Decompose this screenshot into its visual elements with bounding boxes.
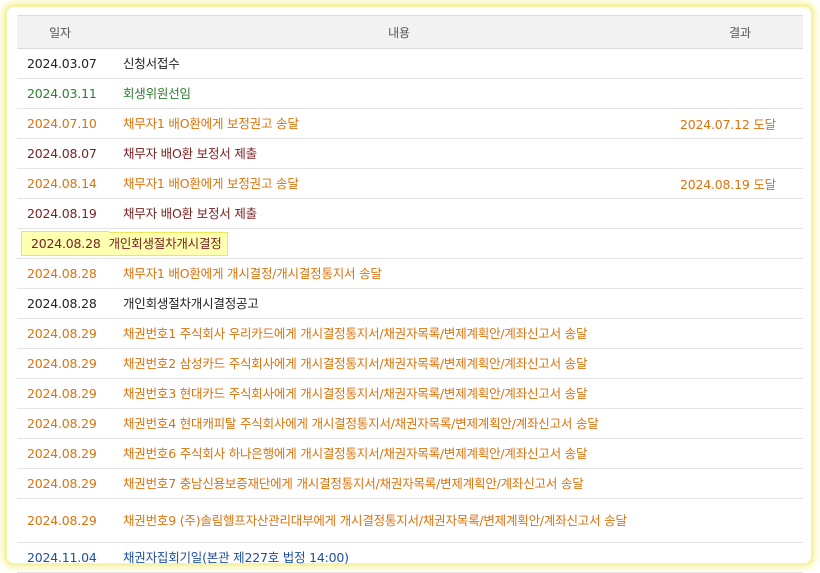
row-date: 2024.08.29 [27, 446, 97, 461]
row-date: 2024.08.29 [27, 386, 97, 401]
table-row: 2024.03.07 신청서접수 [17, 49, 803, 79]
table-body: 2024.03.07 신청서접수 2024.03.11 회생위원선임 2024.07.1… [17, 49, 803, 573]
table-row: 2024.08.28 개인회생절차개시결정공고 [17, 289, 803, 319]
header-date: 일자 [49, 25, 71, 40]
row-date: 2024.03.11 [27, 86, 97, 101]
table-row: 2024.08.29 채권번호6 주식회사 하나은행에게 개시결정통지서/채권자목… [17, 439, 803, 469]
table-row: 2024.08.07 채무자 배O환 보정서 제출 [17, 139, 803, 169]
row-date: 2024.08.29 [27, 476, 97, 491]
row-date: 2024.03.07 [27, 56, 97, 71]
row-content: 채무자1 배O환에게 보정권고 송달 [123, 115, 299, 131]
table-row: 2024.08.29 채권번호2 삼성카드 주식회사에게 개시결정통지서/채권자목… [17, 349, 803, 379]
table-row: 2024.08.14 채무자1 배O환에게 보정권고 송달 2024.08.19 도… [17, 169, 803, 199]
table-row: 2024.08.19 채무자 배O환 보정서 제출 [17, 199, 803, 229]
row-content: 채무자1 배O환에게 보정권고 송달 [123, 175, 299, 191]
row-content: 채권번호9 (주)솔림헬프자산관리대부에게 개시결정통지서/채권자목록/변제계획… [123, 512, 627, 528]
row-date: 2024.08.19 [27, 206, 97, 221]
row-date: 2024.08.29 [27, 416, 97, 431]
table-header: 일자 내용 결과 [17, 15, 803, 49]
row-content: 개인회생절차개시결정 [108, 231, 733, 256]
row-date: 2024.08.29 [27, 513, 97, 528]
highlighted-content: 개인회생절차개시결정 [108, 231, 228, 256]
row-result: 2024.07.12 도달 [680, 117, 776, 132]
row-date: 2024.11.04 [27, 550, 97, 565]
row-date: 2024.08.14 [27, 176, 97, 191]
row-date: 2024.08.29 [27, 326, 97, 341]
table-row: 2024.08.29 채권번호7 충남신용보증재단에게 개시결정통지서/채권자목록… [17, 469, 803, 499]
row-content: 채권번호3 현대카드 주식회사에게 개시결정통지서/채권자목록/변제계획안/계좌… [123, 385, 588, 401]
row-date: 2024.08.28 [21, 231, 109, 256]
row-content: 채무자 배O환 보정서 제출 [123, 205, 257, 221]
table-row: 2024.08.29 채권번호3 현대카드 주식회사에게 개시결정통지서/채권자목… [17, 379, 803, 409]
table-row: 2024.11.04 채권자집회기일(본관 제227호 법정 14:00) [17, 543, 803, 573]
table-row: 2024.08.28 채무자1 배O환에게 개시결정/개시결정통지서 송달 [17, 259, 803, 289]
row-content: 채권번호2 삼성카드 주식회사에게 개시결정통지서/채권자목록/변제계획안/계좌… [123, 355, 588, 371]
row-date: 2024.08.29 [27, 356, 97, 371]
row-date: 2024.07.10 [27, 116, 97, 131]
table-row: 2024.08.29 채권번호9 (주)솔림헬프자산관리대부에게 개시결정통지서/… [17, 499, 803, 543]
table-row: 2024.08.28 개인회생절차개시결정 [17, 229, 803, 259]
table-row: 2024.07.10 채무자1 배O환에게 보정권고 송달 2024.07.12 도… [17, 109, 803, 139]
row-content: 채권자집회기일(본관 제227호 법정 14:00) [123, 549, 349, 565]
row-content: 신청서접수 [123, 55, 180, 71]
row-content: 개인회생절차개시결정공고 [123, 295, 259, 311]
row-content: 채권번호6 주식회사 하나은행에게 개시결정통지서/채권자목록/변제계획안/계좌… [123, 445, 588, 461]
row-date: 2024.08.28 [27, 296, 97, 311]
row-content: 채무자 배O환 보정서 제출 [123, 145, 257, 161]
row-date: 2024.08.07 [27, 146, 97, 161]
header-result: 결과 [729, 25, 751, 40]
row-content: 채권번호7 충남신용보증재단에게 개시결정통지서/채권자목록/변제계획안/계좌신… [123, 475, 584, 491]
row-content: 채권번호1 주식회사 우리카드에게 개시결정통지서/채권자목록/변제계획안/계좌… [123, 325, 588, 341]
row-result: 2024.08.19 도달 [680, 177, 776, 192]
table-row: 2024.08.29 채권번호1 주식회사 우리카드에게 개시결정통지서/채권자목… [17, 319, 803, 349]
header-content: 내용 [388, 25, 410, 40]
case-progress-table: 일자 내용 결과 2024.03.07 신청서접수 2024.03.11 회생위원선임… [17, 15, 803, 573]
row-content: 회생위원선임 [123, 85, 191, 101]
row-date: 2024.08.28 [27, 266, 97, 281]
row-content: 채권번호4 현대캐피탈 주식회사에게 개시결정통지서/채권자목록/변제계획안/계… [123, 415, 599, 431]
table-row: 2024.03.11 회생위원선임 [17, 79, 803, 109]
row-content: 채무자1 배O환에게 개시결정/개시결정통지서 송달 [123, 265, 382, 281]
table-row: 2024.08.29 채권번호4 현대캐피탈 주식회사에게 개시결정통지서/채권자… [17, 409, 803, 439]
